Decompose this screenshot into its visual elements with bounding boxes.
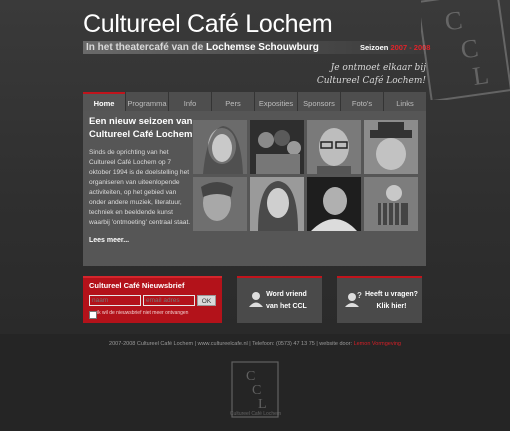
footer-info: 2007-2008 Cultureel Café Lochem | www.cu… [109, 341, 353, 347]
svg-text:?: ? [357, 291, 362, 300]
photo-man-hat[interactable] [364, 120, 418, 174]
slogan-line-2: Cultureel Café Lochem! [316, 76, 426, 86]
friend-line-1: Word vriend [266, 291, 307, 298]
newsletter-ok-button[interactable]: OK [197, 295, 216, 306]
nav-pers[interactable]: Pers [212, 92, 254, 111]
newsletter-title: Cultureel Café Nieuwsbrief [89, 281, 185, 290]
photo-man-portrait[interactable] [193, 177, 247, 231]
friend-box-text[interactable]: Word vriend van het CCL [266, 289, 307, 313]
intro-body: Sinds de oprichting van het Cultureel Ca… [89, 149, 191, 226]
site-title[interactable]: Cultureel Café Lochem [83, 10, 333, 39]
footer-ccl-logo[interactable]: C C L Cultureel Café Lochem [226, 361, 285, 419]
subtitle: In het theatercafé van de Lochemse Schou… [86, 41, 319, 54]
nav-exposities[interactable]: Exposities [255, 92, 297, 111]
footer-credit-link[interactable]: Lemon Vormgeving [354, 341, 401, 347]
nav-programma[interactable]: Programma [126, 92, 168, 111]
svg-text:C: C [443, 5, 464, 36]
newsletter-name-input[interactable] [89, 295, 141, 306]
footer-text: 2007-2008 Cultureel Café Lochem | www.cu… [0, 341, 510, 347]
nav-sponsors[interactable]: Sponsors [298, 92, 340, 111]
subtitle-venue: Lochemse Schouwburg [206, 42, 319, 53]
user-question-icon: ? [345, 291, 362, 307]
season-label: Seizoen 2007 - 2008 [360, 43, 430, 52]
photo-man-long-hair[interactable] [250, 177, 304, 231]
photo-man-dark[interactable] [307, 177, 361, 231]
photo-woman-portrait[interactable] [193, 120, 247, 174]
photo-group-people[interactable] [250, 120, 304, 174]
question-line-1: Heeft u vragen? [365, 291, 418, 298]
footer-logo-caption: Cultureel Café Lochem [230, 411, 281, 417]
svg-text:C: C [252, 383, 261, 398]
question-box-text[interactable]: Heeft u vragen? Klik hier! [365, 289, 418, 313]
photo-accordion-player[interactable] [364, 177, 418, 231]
slogan: Je ontmoet elkaar bij Cultureel Café Loc… [317, 62, 426, 88]
svg-text:L: L [471, 60, 491, 91]
photo-man-glasses[interactable] [307, 120, 361, 174]
read-more-link[interactable]: Lees meer... [89, 237, 129, 244]
newsletter-email-input[interactable] [143, 295, 195, 306]
season-separator: - [407, 43, 414, 52]
nav-info[interactable]: Info [169, 92, 211, 111]
season-start: 2007 [390, 43, 408, 52]
friend-line-2: van het CCL [266, 303, 307, 310]
user-icon [249, 292, 263, 307]
subtitle-prefix: In het theatercafé van de [86, 42, 204, 53]
svg-text:C: C [246, 369, 255, 384]
unsubscribe-checkbox[interactable] [89, 311, 97, 319]
unsubscribe-label: ik wil de nieuwsbrief niet meer ontvange… [97, 310, 189, 316]
question-line-2: Klik hier! [376, 303, 407, 310]
main-navigation: Home Programma Info Pers Exposities Spon… [83, 92, 426, 111]
intro-title: Een nieuw seizoen van Cultureel Café Loc… [89, 116, 193, 140]
photo-grid [193, 120, 419, 231]
svg-text:L: L [258, 397, 267, 412]
ccl-logo-watermark: C C L [421, 0, 510, 100]
season-word: Seizoen [360, 43, 389, 52]
nav-fotos[interactable]: Foto's [341, 92, 383, 111]
nav-links[interactable]: Links [384, 92, 426, 111]
nav-home[interactable]: Home [83, 92, 125, 111]
svg-text:C: C [459, 33, 480, 64]
slogan-line-1: Je ontmoet elkaar bij [330, 63, 426, 73]
